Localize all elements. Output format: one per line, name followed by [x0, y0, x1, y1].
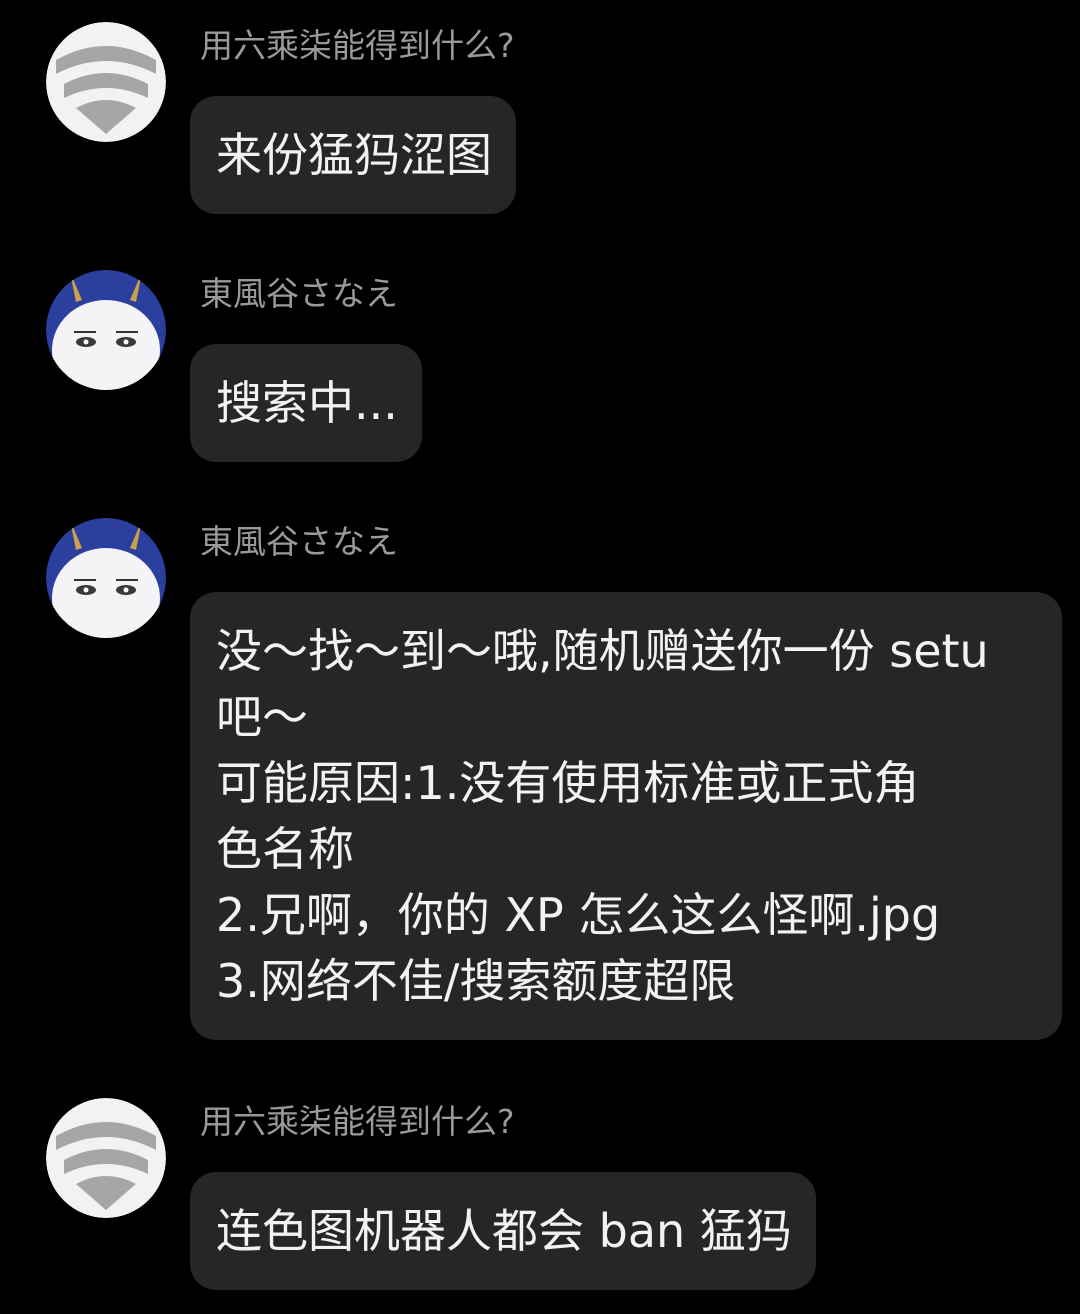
message-bubble[interactable]: 没～找～到～哦,随机赠送你一份 setu 吧～ 可能原因:1.没有使用标准或正式…: [190, 592, 1062, 1040]
message-bubble[interactable]: 连色图机器人都会 ban 猛犸: [190, 1172, 816, 1290]
message-bubble[interactable]: 来份猛犸涩图: [190, 96, 516, 214]
character-avatar-icon: [46, 270, 166, 390]
sender-name: 用六乘柒能得到什么?: [200, 26, 515, 65]
character-avatar-icon: [46, 518, 166, 638]
message-text-line: 2.兄啊，你的 XP 怎么这么怪啊.jpg: [216, 888, 941, 942]
message-text-line: 3.网络不佳/搜索额度超限: [216, 954, 736, 1008]
message-text: 搜索中...: [216, 376, 398, 430]
wifi-avatar-icon: [46, 1098, 166, 1218]
message-text-line: 吧～: [216, 690, 308, 744]
sender-name: 東風谷さなえ: [200, 522, 398, 561]
message-text-line: 色名称: [216, 822, 354, 876]
avatar[interactable]: [46, 270, 166, 390]
message-text-line: 没～找～到～哦,随机赠送你一份 setu: [216, 624, 989, 678]
avatar[interactable]: [46, 22, 166, 142]
message-text: 连色图机器人都会 ban 猛犸: [216, 1204, 792, 1258]
sender-name: 東風谷さなえ: [200, 274, 398, 313]
wifi-avatar-icon: [46, 22, 166, 142]
message-text-line: 可能原因:1.没有使用标准或正式角: [216, 756, 920, 810]
avatar[interactable]: [46, 1098, 166, 1218]
sender-name: 用六乘柒能得到什么?: [200, 1102, 515, 1141]
avatar[interactable]: [46, 518, 166, 638]
message-bubble[interactable]: 搜索中...: [190, 344, 422, 462]
message-text: 来份猛犸涩图: [216, 128, 492, 182]
